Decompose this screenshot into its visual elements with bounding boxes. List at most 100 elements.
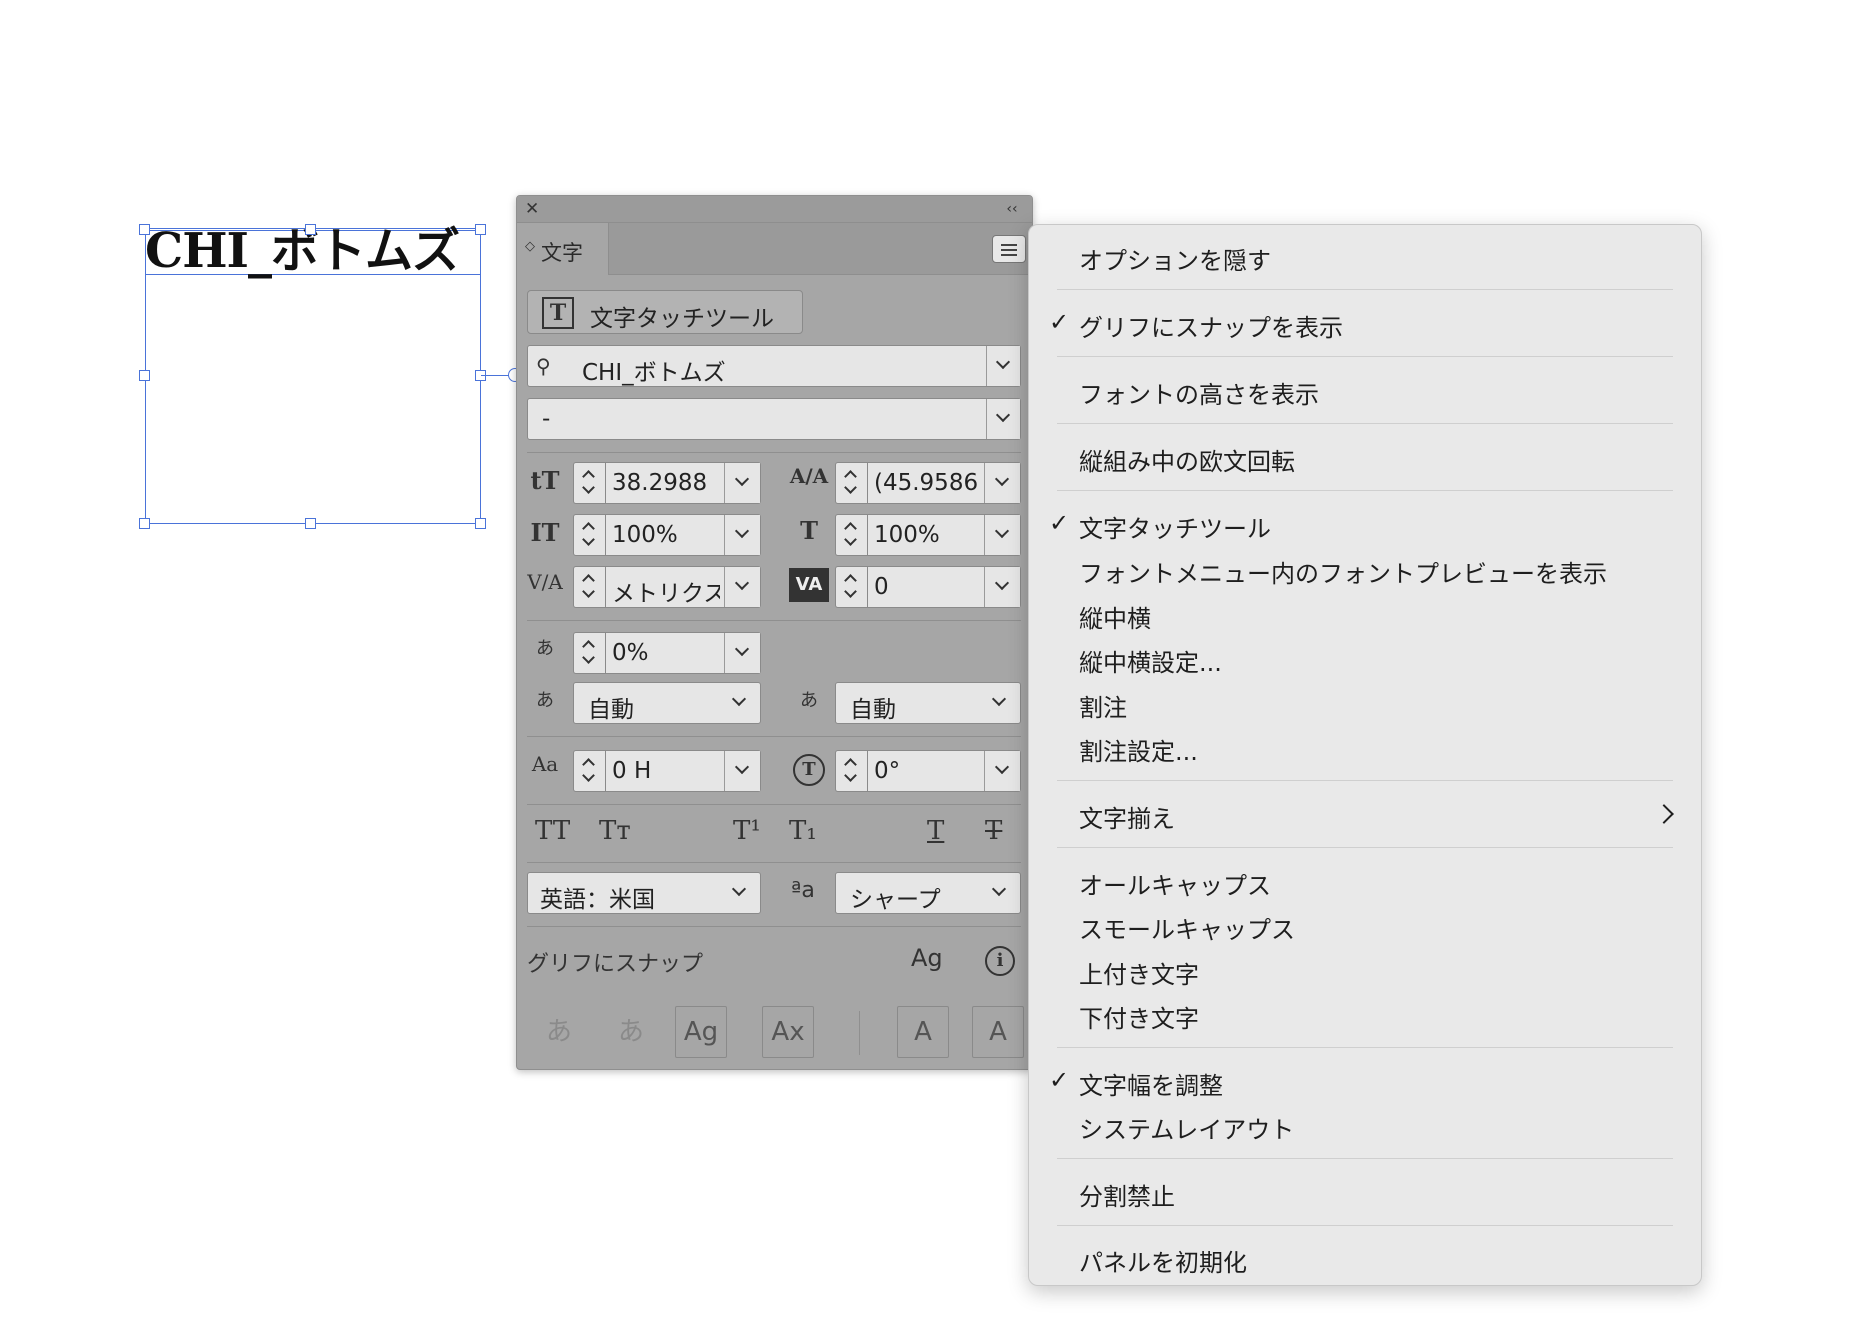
- chevron-down-icon: [995, 407, 1011, 423]
- font-size-dropdown[interactable]: [724, 463, 760, 503]
- baseline-shift-dropdown[interactable]: [724, 751, 760, 791]
- kerning-field[interactable]: メトリクス: [605, 566, 761, 608]
- menu-item-small-caps[interactable]: スモールキャップス: [1029, 906, 1701, 948]
- snap-x-height-icon[interactable]: Ax: [762, 1006, 814, 1058]
- panel-titlebar[interactable]: ✕ ‹‹: [517, 196, 1032, 223]
- menu-item-reset-panel[interactable]: パネルを初期化: [1029, 1239, 1701, 1281]
- menu-item-touch-type-tool[interactable]: ✓ 文字タッチツール: [1029, 505, 1701, 547]
- chevron-down-icon: [991, 691, 1007, 707]
- rotation-field[interactable]: 0°: [867, 750, 1021, 792]
- search-icon[interactable]: ⚲: [536, 354, 551, 378]
- font-family-dropdown[interactable]: [986, 346, 1020, 386]
- horizontal-scale-dropdown[interactable]: [984, 515, 1020, 555]
- collapse-icon[interactable]: ‹‹: [1002, 199, 1022, 219]
- menu-separator: [1057, 847, 1673, 848]
- character-panel: ✕ ‹‹ ◇ 文字 T 文字タッチツール ⚲ CHI_ボトムズ - tT 38.…: [516, 195, 1033, 1070]
- handle-middle-left[interactable]: [139, 370, 150, 381]
- divider: [527, 452, 1021, 453]
- strikethrough-button[interactable]: T: [985, 816, 1002, 846]
- leading-stepper[interactable]: [835, 462, 867, 504]
- vertical-scale-field[interactable]: 100%: [605, 514, 761, 556]
- kerning-value: メトリクス: [612, 581, 720, 607]
- snap-proximity-icon[interactable]: A: [972, 1006, 1024, 1058]
- kerning-dropdown[interactable]: [724, 567, 760, 607]
- horizontal-scale-field[interactable]: 100%: [867, 514, 1021, 556]
- leading-field[interactable]: (45.9586: [867, 462, 1021, 504]
- language-select[interactable]: 英語：米国: [527, 872, 761, 914]
- snap-baseline-icon[interactable]: Ag: [675, 1006, 727, 1058]
- handle-top-left[interactable]: [139, 224, 150, 235]
- tracking-value: 0: [874, 574, 889, 600]
- handle-top-right[interactable]: [475, 224, 486, 235]
- menu-item-warichu[interactable]: 割注: [1029, 684, 1701, 726]
- handle-bottom-left[interactable]: [139, 518, 150, 529]
- menu-item-adjust-char-width[interactable]: ✓ 文字幅を調整: [1029, 1062, 1701, 1104]
- baseline-shift-stepper[interactable]: [573, 750, 605, 792]
- vertical-scale-stepper[interactable]: [573, 514, 605, 556]
- menu-item-all-caps[interactable]: オールキャップス: [1029, 862, 1701, 904]
- snap-left-em-box-icon[interactable]: あ: [533, 1006, 585, 1058]
- divider: [527, 926, 1021, 927]
- info-icon[interactable]: i: [985, 946, 1015, 976]
- tracking-stepper[interactable]: [835, 566, 867, 608]
- menu-item-subscript[interactable]: 下付き文字: [1029, 995, 1701, 1037]
- aki-right-icon: あ: [800, 690, 818, 711]
- menu-item-show-font-height[interactable]: フォントの高さを表示: [1029, 371, 1701, 413]
- vertical-scale-dropdown[interactable]: [724, 515, 760, 555]
- menu-separator: [1057, 1047, 1673, 1048]
- superscript-button[interactable]: T¹: [733, 816, 761, 846]
- subscript-button[interactable]: T₁: [789, 816, 817, 846]
- font-family-value: CHI_ボトムズ: [582, 360, 726, 386]
- menu-item-show-snap-to-glyph[interactable]: ✓ グリフにスナップを表示: [1029, 304, 1701, 346]
- font-size-field[interactable]: 38.2988: [605, 462, 761, 504]
- font-style-value: -: [542, 406, 551, 432]
- handle-bottom-center[interactable]: [305, 518, 316, 529]
- rotation-icon: T: [793, 754, 825, 786]
- touch-type-tool-button[interactable]: T 文字タッチツール: [527, 290, 803, 334]
- font-family-field[interactable]: ⚲ CHI_ボトムズ: [527, 345, 1021, 387]
- tsume-dropdown[interactable]: [724, 633, 760, 673]
- font-size-stepper[interactable]: [573, 462, 605, 504]
- horizontal-scale-stepper[interactable]: [835, 514, 867, 556]
- menu-item-font-preview[interactable]: フォントメニュー内のフォントプレビューを表示: [1029, 550, 1701, 592]
- rotation-dropdown[interactable]: [984, 751, 1020, 791]
- aki-left-value: 自動: [588, 697, 634, 723]
- aki-right-select[interactable]: 自動: [835, 682, 1021, 724]
- all-caps-button[interactable]: TT: [535, 816, 570, 846]
- menu-item-hide-options[interactable]: オプションを隠す: [1029, 237, 1701, 279]
- menu-item-rotate-roman-in-vertical[interactable]: 縦組み中の欧文回転: [1029, 438, 1701, 480]
- menu-item-tate-chu-yoko[interactable]: 縦中横: [1029, 595, 1701, 637]
- handle-bottom-right[interactable]: [475, 518, 486, 529]
- menu-item-system-layout[interactable]: システムレイアウト: [1029, 1106, 1701, 1148]
- menu-item-character-alignment[interactable]: 文字揃え: [1029, 795, 1701, 837]
- snap-glyph-bounds-icon[interactable]: A: [897, 1006, 949, 1058]
- handle-top-center[interactable]: [305, 224, 316, 235]
- glyph-snap-icon[interactable]: Ag: [911, 944, 943, 972]
- font-style-dropdown[interactable]: [986, 399, 1020, 439]
- leading-dropdown[interactable]: [984, 463, 1020, 503]
- vertical-scale-icon: IT: [530, 518, 560, 547]
- small-caps-button[interactable]: Tт: [599, 816, 631, 846]
- divider: [859, 1011, 860, 1055]
- snap-to-glyph-label: グリフにスナップ: [527, 952, 704, 977]
- baseline-shift-field[interactable]: 0 H: [605, 750, 761, 792]
- tab-character[interactable]: ◇ 文字: [517, 223, 609, 275]
- aki-left-select[interactable]: 自動: [573, 682, 761, 724]
- antialias-select[interactable]: シャープ: [835, 872, 1021, 914]
- close-icon[interactable]: ✕: [525, 199, 543, 219]
- menu-item-no-break[interactable]: 分割禁止: [1029, 1173, 1701, 1215]
- snap-right-em-box-icon[interactable]: あ: [605, 1006, 657, 1058]
- font-style-field[interactable]: -: [527, 398, 1021, 440]
- menu-item-warichu-settings[interactable]: 割注設定...: [1029, 728, 1701, 770]
- tsume-stepper[interactable]: [573, 632, 605, 674]
- kerning-stepper[interactable]: [573, 566, 605, 608]
- rotation-value: 0°: [874, 758, 901, 784]
- panel-menu-icon[interactable]: [992, 235, 1026, 263]
- menu-item-tate-chu-yoko-settings[interactable]: 縦中横設定...: [1029, 639, 1701, 681]
- tracking-dropdown[interactable]: [984, 567, 1020, 607]
- underline-button[interactable]: T: [927, 816, 944, 846]
- rotation-stepper[interactable]: [835, 750, 867, 792]
- tracking-field[interactable]: 0: [867, 566, 1021, 608]
- menu-item-superscript[interactable]: 上付き文字: [1029, 951, 1701, 993]
- tsume-field[interactable]: 0%: [605, 632, 761, 674]
